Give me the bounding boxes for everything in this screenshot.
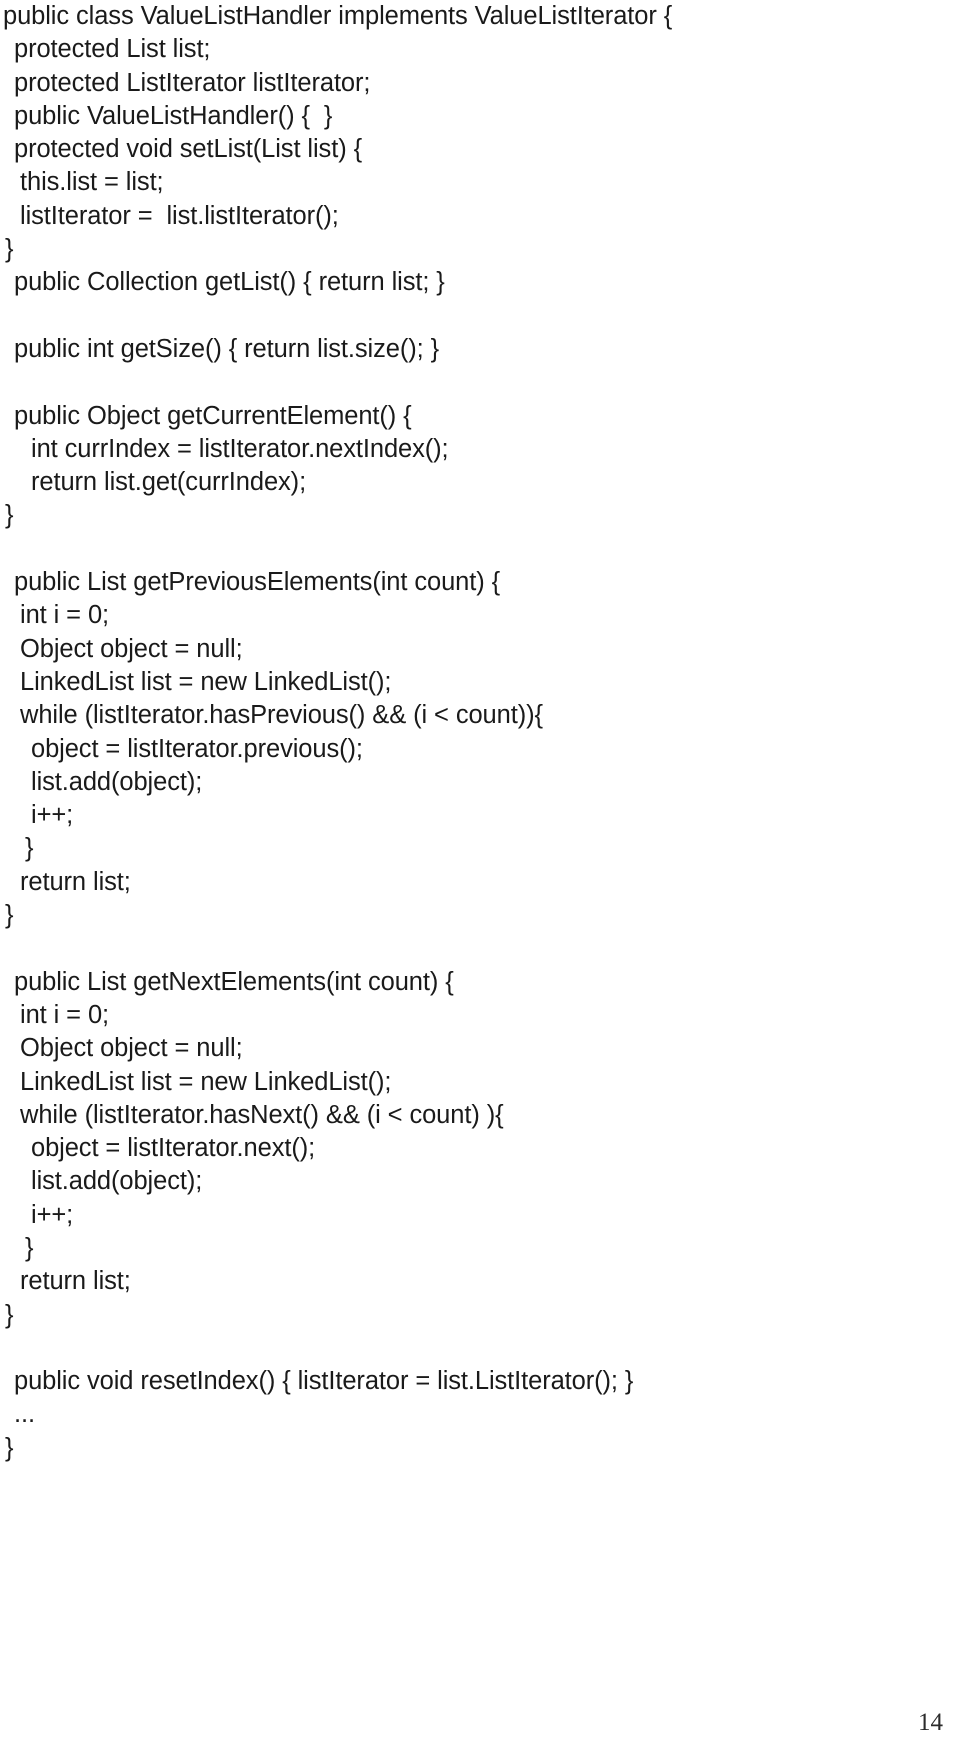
- code-line: public Object getCurrentElement() {: [14, 401, 412, 430]
- code-line: LinkedList list = new LinkedList();: [20, 1067, 392, 1096]
- code-line: }: [5, 1300, 14, 1329]
- code-line: }: [5, 901, 14, 930]
- code-line: list.add(object);: [31, 767, 203, 796]
- code-line: list.add(object);: [31, 1167, 203, 1196]
- slide-page: public class ValueListHandler implements…: [0, 0, 960, 1747]
- code-line: }: [5, 235, 14, 264]
- code-line: object = listIterator.previous();: [31, 734, 363, 763]
- code-line: protected void setList(List list) {: [14, 135, 362, 164]
- code-line: }: [5, 501, 14, 530]
- code-line: ...: [14, 1400, 35, 1429]
- code-line: public class ValueListHandler implements…: [3, 2, 673, 30]
- code-line: while (listIterator.hasNext() && (i < co…: [20, 1100, 504, 1129]
- code-line: object = listIterator.next();: [31, 1134, 316, 1163]
- code-line: i++;: [31, 801, 74, 830]
- code-line: return list;: [20, 1267, 131, 1296]
- code-line: public List getNextElements(int count) {: [14, 967, 454, 996]
- code-listing: public class ValueListHandler implements…: [0, 0, 960, 1465]
- code-line: Object object = null;: [20, 634, 243, 663]
- code-line: public void resetIndex() { listIterator …: [14, 1367, 634, 1396]
- code-line: public ValueListHandler() { }: [14, 101, 333, 130]
- code-line: protected ListIterator listIterator;: [14, 68, 371, 97]
- page-number: 14: [918, 1709, 943, 1736]
- code-line: public Collection getList() { return lis…: [14, 268, 445, 297]
- code-line: return list.get(currIndex);: [31, 468, 307, 497]
- code-line: listIterator = list.listIterator();: [20, 201, 339, 230]
- code-line: }: [25, 834, 34, 863]
- code-line: LinkedList list = new LinkedList();: [20, 667, 392, 696]
- code-line: public List getPreviousElements(int coun…: [14, 568, 501, 597]
- code-line: return list;: [20, 867, 131, 896]
- code-line: i++;: [31, 1200, 74, 1229]
- code-line: int i = 0;: [20, 601, 110, 630]
- code-line: }: [25, 1233, 34, 1262]
- code-line: int i = 0;: [20, 1000, 110, 1029]
- code-line: protected List list;: [14, 35, 211, 64]
- code-line: public int getSize() { return list.size(…: [14, 334, 440, 363]
- code-line: int currIndex = listIterator.nextIndex()…: [31, 434, 449, 463]
- code-line: Object object = null;: [20, 1034, 243, 1063]
- code-line: while (listIterator.hasPrevious() && (i …: [20, 701, 543, 730]
- code-line: this.list = list;: [20, 168, 164, 197]
- code-line: }: [5, 1433, 14, 1462]
